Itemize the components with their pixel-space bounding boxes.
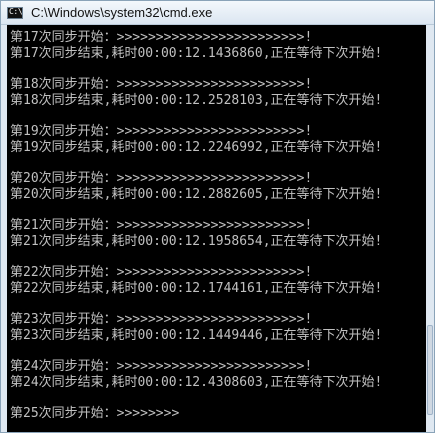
console-gap xyxy=(10,203,428,218)
console-line: 第24次同步开始：>>>>>>>>>>>>>>>>>>>>>>>>! xyxy=(10,359,313,374)
scrollbar-thumb[interactable] xyxy=(427,325,433,415)
console-gap xyxy=(10,109,428,124)
console-line: 第19次同步开始：>>>>>>>>>>>>>>>>>>>>>>>>! xyxy=(10,124,313,139)
console-gap xyxy=(10,62,428,77)
console-line: 第24次同步结束,耗时00:00:12.4308603,正在等待下次开始! xyxy=(10,375,383,390)
console-line: 第21次同步结束,耗时00:00:12.1958654,正在等待下次开始! xyxy=(10,234,383,249)
cmd-window: C:\ C:\Windows\system32\cmd.exe 第17次同步开始… xyxy=(0,0,435,433)
console-line: 第22次同步结束,耗时00:00:12.1744161,正在等待下次开始! xyxy=(10,281,383,296)
console-line: 第21次同步开始：>>>>>>>>>>>>>>>>>>>>>>>>! xyxy=(10,218,313,233)
console-line: 第23次同步结束,耗时00:00:12.1449446,正在等待下次开始! xyxy=(10,328,383,343)
console-output[interactable]: 第17次同步开始：>>>>>>>>>>>>>>>>>>>>>>>>! 第17次同… xyxy=(7,25,428,432)
console-line-current: 第25次同步开始：>>>>>>>> xyxy=(10,406,180,421)
window-title: C:\Windows\system32\cmd.exe xyxy=(31,5,213,20)
console-line: 第19次同步结束,耗时00:00:12.2246992,正在等待下次开始! xyxy=(10,140,383,155)
console-gap xyxy=(10,156,428,171)
vertical-scrollbar[interactable] xyxy=(426,25,434,432)
console-gap xyxy=(10,344,428,359)
console-gap xyxy=(10,250,428,265)
console-line: 第23次同步开始：>>>>>>>>>>>>>>>>>>>>>>>>! xyxy=(10,312,313,327)
console-gap xyxy=(10,297,428,312)
cmd-icon: C:\ xyxy=(7,6,23,19)
console-line: 第18次同步结束,耗时00:00:12.2528103,正在等待下次开始! xyxy=(10,93,383,108)
console-gap xyxy=(10,391,428,406)
title-bar[interactable]: C:\ C:\Windows\system32\cmd.exe xyxy=(1,1,434,25)
console-line: 第22次同步开始：>>>>>>>>>>>>>>>>>>>>>>>>! xyxy=(10,265,313,280)
console-line: 第17次同步结束,耗时00:00:12.1436860,正在等待下次开始! xyxy=(10,46,383,61)
console-line: 第20次同步开始：>>>>>>>>>>>>>>>>>>>>>>>>! xyxy=(10,171,313,186)
console-line: 第17次同步开始：>>>>>>>>>>>>>>>>>>>>>>>>! xyxy=(10,30,313,45)
console-line: 第20次同步结束,耗时00:00:12.2882605,正在等待下次开始! xyxy=(10,187,383,202)
console-line: 第18次同步开始：>>>>>>>>>>>>>>>>>>>>>>>>! xyxy=(10,77,313,92)
